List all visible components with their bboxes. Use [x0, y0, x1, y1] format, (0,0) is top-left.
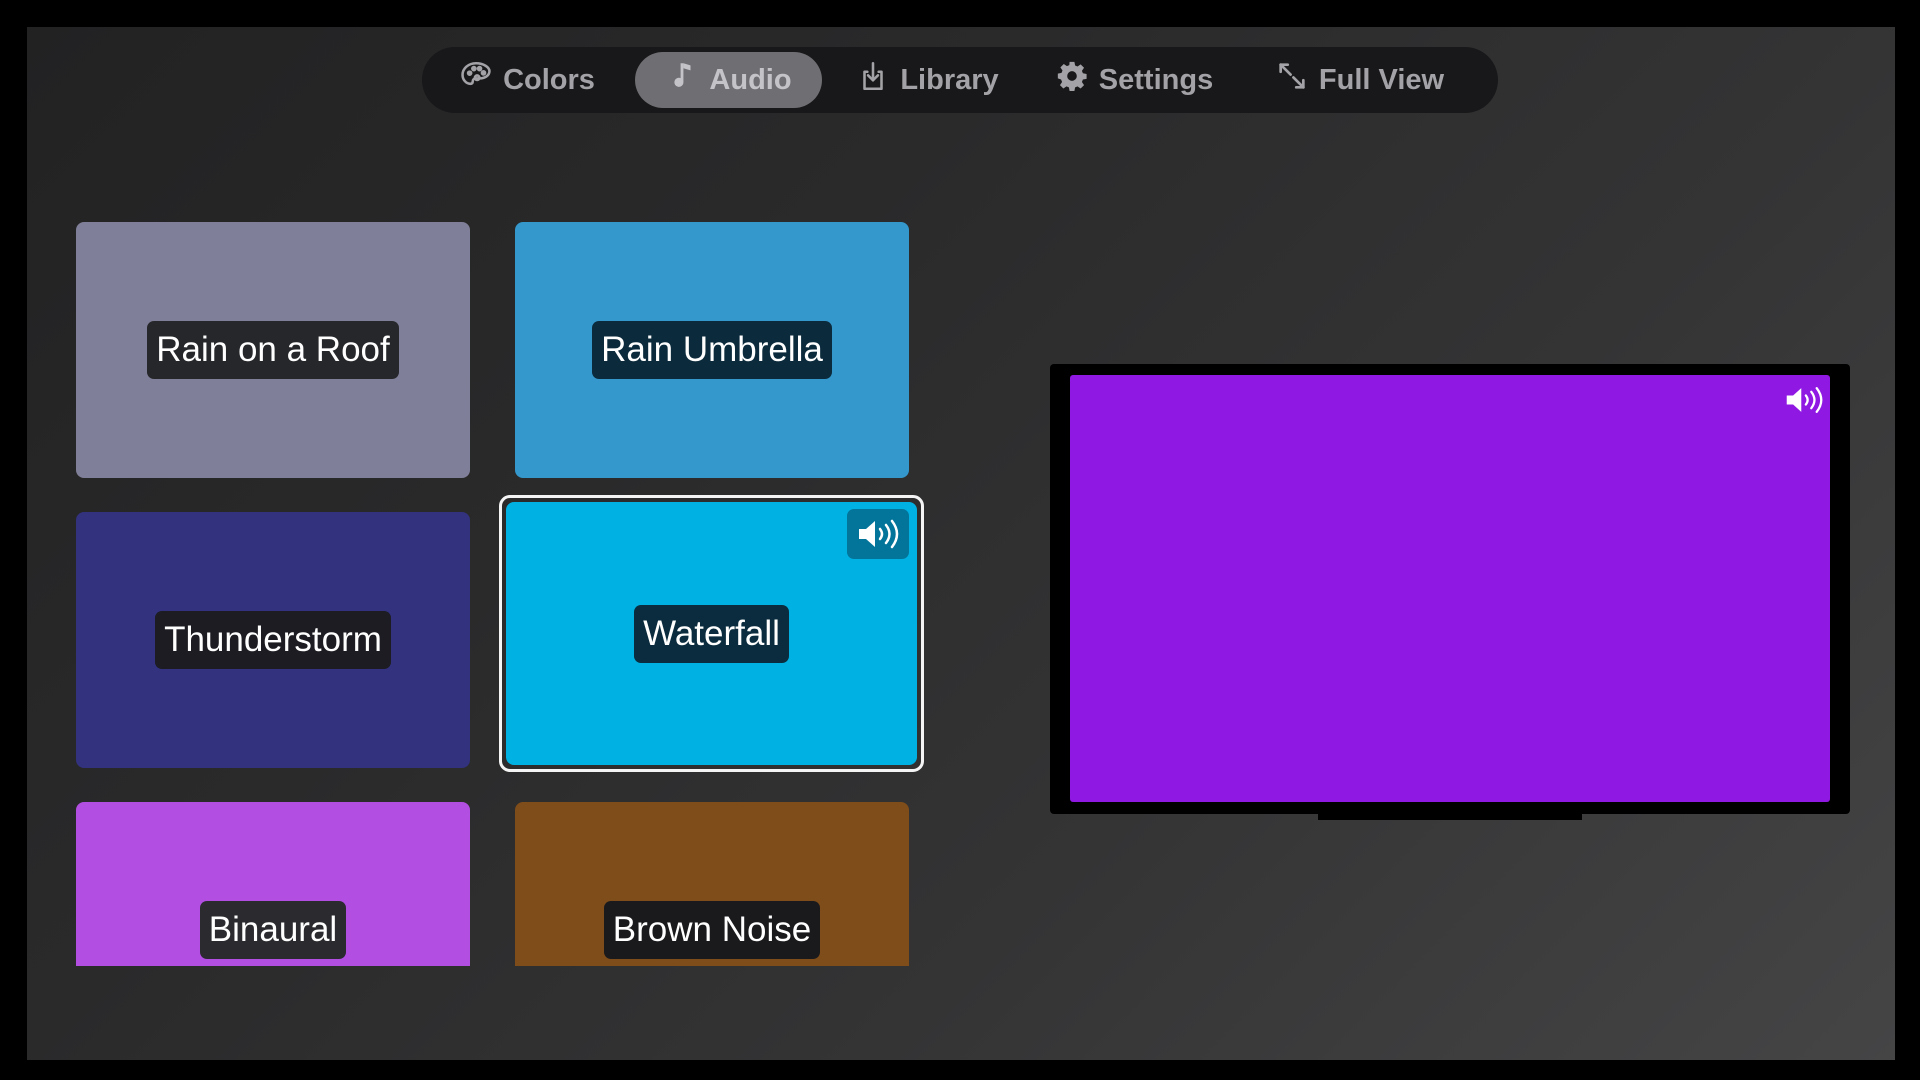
- app-screen: Colors Audio Library Settings Full View: [27, 27, 1895, 1060]
- palette-icon: [459, 59, 493, 101]
- nav-tab-library[interactable]: Library: [840, 52, 1015, 108]
- speaker-volume-icon[interactable]: [1784, 383, 1824, 417]
- preview-screen[interactable]: [1070, 375, 1830, 802]
- sound-grid: Rain on a Roof Rain Umbrella Thunderstor…: [76, 222, 976, 966]
- nav-tab-label: Colors: [503, 63, 595, 96]
- nav-tab-label: Library: [900, 63, 999, 96]
- preview-tv: [1050, 364, 1850, 814]
- tile-label: Rain on a Roof: [147, 321, 399, 379]
- sound-tile-rain-umbrella[interactable]: Rain Umbrella: [515, 222, 909, 478]
- nav-tab-settings[interactable]: Settings: [1039, 52, 1229, 108]
- playing-badge: [847, 509, 909, 559]
- download-tray-icon: [856, 59, 890, 101]
- nav-tab-label: Settings: [1098, 63, 1214, 96]
- tv-stand: [1318, 814, 1582, 820]
- nav-tab-label: Full View: [1318, 63, 1445, 96]
- sound-tile-rain-on-a-roof[interactable]: Rain on a Roof: [76, 222, 470, 478]
- nav-tab-label: Audio: [709, 63, 792, 96]
- sound-tile-thunderstorm[interactable]: Thunderstorm: [76, 512, 470, 768]
- speaker-volume-icon: [859, 519, 899, 549]
- nav-tab-full-view[interactable]: Full View: [1257, 52, 1462, 108]
- sound-tile-waterfall[interactable]: Waterfall: [506, 502, 917, 765]
- tile-label: Brown Noise: [603, 901, 821, 959]
- nav-tab-colors[interactable]: Colors: [442, 52, 612, 108]
- expand-arrows-icon: [1275, 59, 1309, 101]
- tile-label: Rain Umbrella: [592, 321, 832, 379]
- tile-label: Thunderstorm: [155, 611, 391, 669]
- gear-icon: [1055, 59, 1089, 101]
- music-note-icon: [665, 59, 699, 101]
- sound-tile-binaural[interactable]: Binaural: [76, 802, 470, 966]
- tile-label: Binaural: [199, 901, 347, 959]
- sound-tile-brown-noise[interactable]: Brown Noise: [515, 802, 909, 966]
- nav-tab-audio[interactable]: Audio: [635, 52, 822, 108]
- top-nav-bar: Colors Audio Library Settings Full View: [422, 47, 1498, 113]
- tile-label: Waterfall: [634, 604, 789, 663]
